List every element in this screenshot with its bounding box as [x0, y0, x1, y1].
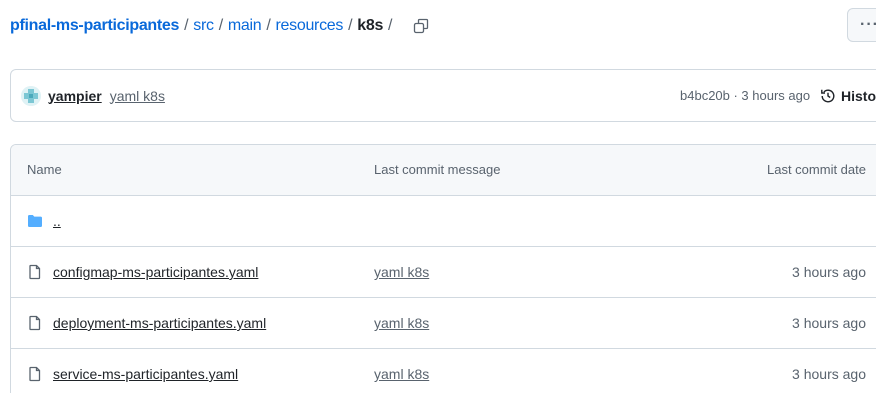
column-header-name: Name: [27, 162, 62, 177]
history-button[interactable]: History: [820, 70, 876, 121]
breadcrumb-repo-link[interactable]: pfinal-ms-participantes: [10, 17, 179, 35]
breadcrumb-separator: /: [348, 17, 353, 34]
parent-directory-row[interactable]: ..: [11, 196, 876, 247]
breadcrumb-resources-link[interactable]: resources: [276, 17, 344, 35]
history-label: History: [841, 87, 876, 104]
avatar-icon: [21, 85, 41, 106]
file-name-cell: service-ms-participantes.yaml: [27, 349, 238, 393]
file-link[interactable]: deployment-ms-participantes.yaml: [53, 315, 266, 331]
commit-sha-time[interactable]: b4bc20b · 3 hours ago: [680, 70, 810, 121]
commit-message-link[interactable]: yaml k8s: [374, 298, 429, 348]
copy-icon: [414, 18, 429, 34]
commit-date: 3 hours ago: [792, 264, 866, 280]
breadcrumb-src-link[interactable]: src: [193, 17, 214, 35]
table-header: Name Last commit message Last commit dat…: [11, 145, 876, 196]
breadcrumb-separator: /: [388, 17, 393, 34]
file-name-cell: configmap-ms-participantes.yaml: [27, 247, 258, 297]
breadcrumb: pfinal-ms-participantes / src / main / r…: [10, 12, 433, 40]
table-row[interactable]: service-ms-participantes.yaml yaml k8s 3…: [11, 349, 876, 393]
file-name-cell: deployment-ms-participantes.yaml: [27, 298, 266, 348]
table-row[interactable]: configmap-ms-participantes.yaml yaml k8s…: [11, 247, 876, 298]
breadcrumb-separator: /: [184, 17, 189, 34]
commit-author-link[interactable]: yampier: [48, 88, 102, 104]
parent-directory-link[interactable]: ..: [53, 213, 61, 229]
avatar[interactable]: [21, 85, 41, 106]
file-icon: [29, 315, 41, 331]
breadcrumb-separator: /: [266, 17, 271, 34]
commit-message-link[interactable]: yaml k8s: [110, 88, 165, 104]
file-icon: [29, 366, 41, 382]
latest-commit-bar: yampier yaml k8s b4bc20b · 3 hours ago H…: [10, 69, 876, 122]
more-options-button[interactable]: ···: [847, 8, 876, 42]
commit-message-link[interactable]: yaml k8s: [374, 349, 429, 393]
commit-date: 3 hours ago: [792, 315, 866, 331]
file-link[interactable]: configmap-ms-participantes.yaml: [53, 264, 258, 280]
breadcrumb-main-link[interactable]: main: [228, 17, 262, 35]
commit-message-link[interactable]: yaml k8s: [374, 247, 429, 297]
file-link[interactable]: service-ms-participantes.yaml: [53, 366, 238, 382]
copy-path-button[interactable]: [409, 14, 433, 38]
folder-icon: [28, 215, 42, 227]
file-table: Name Last commit message Last commit dat…: [10, 144, 876, 393]
parent-directory-cell: ..: [27, 196, 61, 246]
column-header-date: Last commit date: [767, 162, 866, 177]
column-header-message: Last commit message: [374, 162, 501, 177]
file-icon: [29, 264, 41, 280]
breadcrumb-current: k8s: [357, 17, 384, 34]
table-row[interactable]: deployment-ms-participantes.yaml yaml k8…: [11, 298, 876, 349]
breadcrumb-separator: /: [218, 17, 223, 34]
history-icon: [821, 89, 835, 102]
commit-date: 3 hours ago: [792, 366, 866, 382]
